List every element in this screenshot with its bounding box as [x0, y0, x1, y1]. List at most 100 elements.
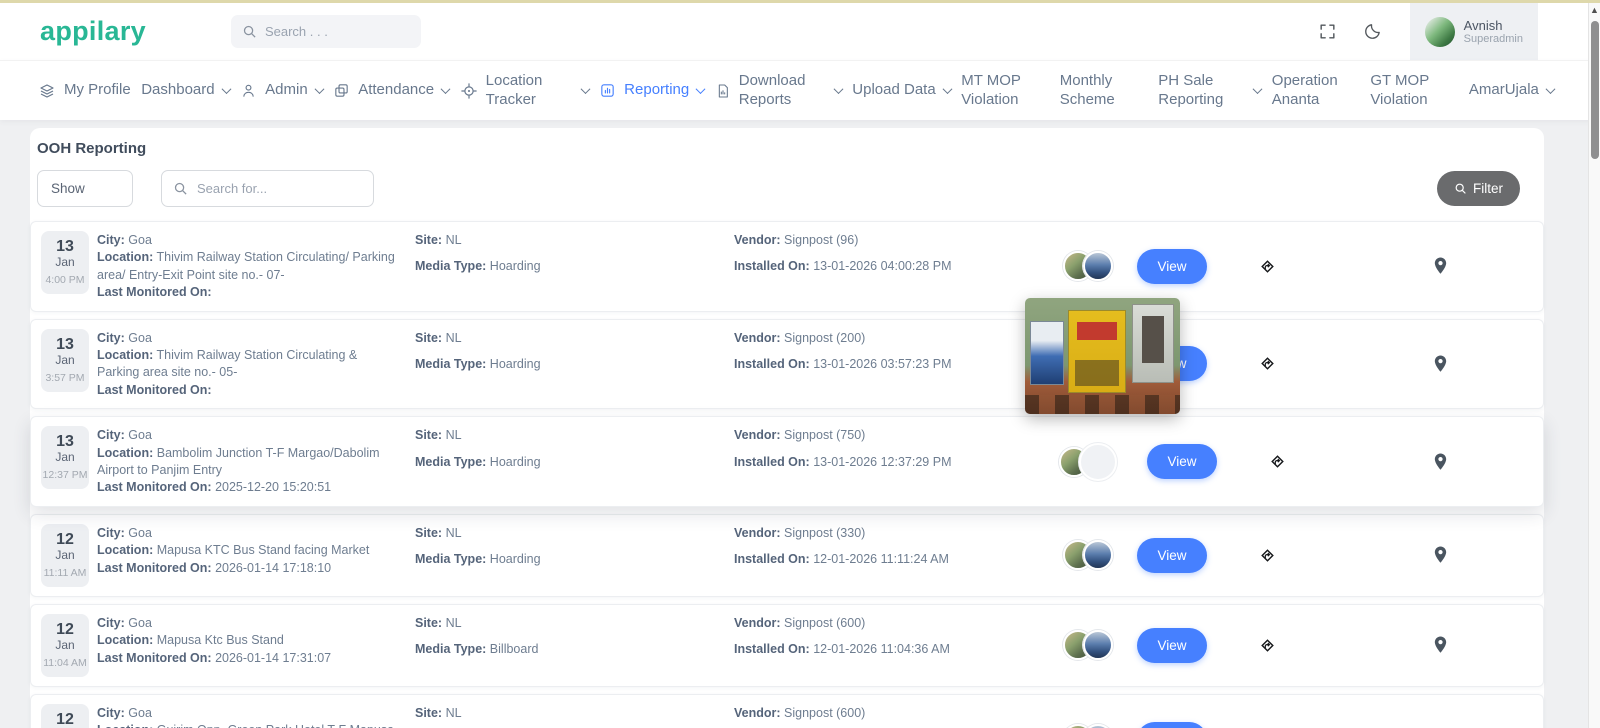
map-pin-icon[interactable]	[1432, 524, 1543, 587]
chevron-down-icon	[580, 84, 591, 95]
date-badge: 13 Jan 12:37 PM	[41, 426, 89, 490]
dark-mode-moon-icon[interactable]	[1363, 22, 1382, 41]
scrollbar-thumb[interactable]	[1591, 21, 1599, 159]
directions-icon[interactable]	[1229, 426, 1325, 497]
location-column: City: Goa Location: Guirim Opp. Green Pa…	[97, 704, 415, 728]
nav-item-gt-mop-violation[interactable]: GT MOP Violation	[1370, 72, 1458, 110]
city-line: City: Goa	[97, 427, 401, 444]
map-pin-icon[interactable]	[1432, 704, 1543, 728]
site-label: Site:	[415, 705, 443, 720]
filter-button[interactable]: Filter	[1437, 171, 1520, 206]
nav-label: Dashboard	[141, 81, 215, 99]
photo-thumbnail-hovered[interactable]	[1079, 442, 1117, 481]
location-label: Location:	[97, 723, 153, 728]
fullscreen-icon[interactable]	[1318, 22, 1337, 41]
preview-billboard-art	[1074, 360, 1120, 387]
vendor-line: Vendor: Signpost (600)	[734, 615, 1039, 632]
installed-value: 13-01-2026 04:00:28 PM	[813, 259, 952, 274]
nav-item-my-profile[interactable]: My Profile	[38, 81, 131, 100]
row-spacer	[1315, 704, 1432, 728]
nav-label: My Profile	[64, 81, 131, 99]
nav-item-attendance[interactable]: Attendance	[333, 81, 451, 100]
site-value: NL	[445, 233, 462, 247]
hoarding-photo-preview	[1025, 298, 1180, 414]
list-search-box[interactable]	[161, 170, 374, 207]
nav-item-admin[interactable]: Admin	[240, 81, 325, 100]
vendor-line: Vendor: Signpost (600)	[734, 705, 1039, 722]
map-pin-icon[interactable]	[1432, 426, 1543, 497]
photo-thumbnail[interactable]	[1083, 724, 1113, 728]
nav-item-reporting[interactable]: Reporting	[599, 81, 706, 100]
report-list: 13 Jan 4:00 PM City: Goa Location: Thivi…	[30, 221, 1544, 728]
directions-icon[interactable]	[1219, 231, 1315, 302]
site-column: Site: NL Media Type: Billboard	[415, 704, 734, 728]
nav-item-ph-sale-reporting[interactable]: PH Sale Reporting	[1158, 72, 1263, 110]
directions-icon[interactable]	[1219, 524, 1315, 587]
location-line: Location: Bambolim Junction T-F Margao/D…	[97, 445, 401, 480]
vendor-value: Signpost (600)	[784, 705, 866, 720]
page-scrollbar[interactable]: ▲	[1588, 3, 1600, 728]
media-type-value: Billboard	[489, 642, 539, 657]
nav-item-monthly-scheme[interactable]: Monthly Scheme	[1060, 72, 1148, 110]
photo-thumbnail[interactable]	[1083, 630, 1113, 661]
vendor-value: Signpost (750)	[784, 428, 866, 443]
user-profile-chip[interactable]: Avnish Superadmin	[1409, 3, 1538, 60]
city-line: City: Goa	[97, 705, 401, 722]
report-row: 13 Jan 4:00 PM City: Goa Location: Thivi…	[30, 221, 1544, 312]
view-button[interactable]: View	[1137, 537, 1207, 573]
date-time: 11:04 AM	[43, 656, 87, 669]
preview-billboard-left	[1029, 321, 1064, 385]
row-spacer	[1315, 329, 1432, 400]
location-line: Location: Mapusa KTC Bus Stand facing Ma…	[97, 542, 401, 559]
nav-item-upload-data[interactable]: Upload Data	[852, 81, 953, 100]
nav-item-mt-mop-violation[interactable]: MT MOP Violation	[961, 72, 1049, 110]
date-month: Jan	[55, 255, 75, 269]
global-search-input[interactable]	[264, 24, 395, 39]
vendor-line: Vendor: Signpost (200)	[734, 330, 1039, 347]
city-label: City:	[97, 330, 125, 345]
location-line: Location: Thivim Railway Station Circula…	[97, 347, 401, 382]
photo-thumbnails[interactable]	[1039, 614, 1137, 677]
vendor-label: Vendor:	[734, 615, 781, 630]
view-button[interactable]: View	[1137, 248, 1207, 284]
photo-thumbnails[interactable]	[1039, 426, 1137, 497]
directions-icon[interactable]	[1219, 704, 1315, 728]
date-badge: 12 Jan 11:11 AM	[41, 523, 89, 587]
city-label: City:	[97, 705, 125, 720]
photo-thumbnails[interactable]	[1039, 524, 1137, 587]
location-label: Location:	[97, 445, 154, 460]
photo-thumbnail[interactable]	[1083, 251, 1113, 282]
location-line: Location: Thivim Railway Station Circula…	[97, 249, 401, 284]
photo-thumbnails[interactable]	[1039, 704, 1137, 728]
directions-icon[interactable]	[1219, 614, 1315, 677]
installed-label: Installed On:	[734, 642, 810, 657]
nav-item-location-tracker[interactable]: Location Tracker	[460, 72, 591, 110]
location-label: Location:	[97, 543, 154, 558]
site-line: Site: NL	[415, 525, 734, 542]
map-pin-icon[interactable]	[1432, 231, 1543, 302]
show-select[interactable]: Show	[37, 170, 133, 207]
photo-thumbnails[interactable]	[1039, 231, 1137, 302]
nav-item-download-reports[interactable]: Download Reports	[715, 72, 844, 110]
directions-icon[interactable]	[1219, 329, 1315, 400]
media-type-line: Media Type: Hoarding	[415, 454, 734, 471]
installed-label: Installed On:	[734, 357, 810, 372]
date-month: Jan	[55, 450, 75, 465]
photo-thumbnail[interactable]	[1083, 540, 1113, 571]
view-button[interactable]: View	[1147, 444, 1217, 480]
global-search-box[interactable]	[230, 15, 421, 48]
nav-label: MT MOP Violation	[961, 71, 1021, 108]
scrollbar-up-arrow[interactable]: ▲	[1589, 3, 1600, 17]
view-button[interactable]: View	[1137, 627, 1207, 663]
date-day: 12	[56, 710, 74, 728]
vendor-column: Vendor: Signpost (200) Installed On: 13-…	[734, 329, 1039, 400]
map-pin-icon[interactable]	[1432, 329, 1543, 400]
nav-item-operation-ananta[interactable]: Operation Ananta	[1272, 72, 1360, 110]
view-button[interactable]: View	[1137, 721, 1207, 728]
location-column: City: Goa Location: Thivim Railway Stati…	[97, 329, 415, 400]
nav-item-amarujala[interactable]: AmarUjala	[1469, 81, 1556, 100]
nav-item-dashboard[interactable]: Dashboard	[141, 81, 232, 100]
nav-label: Attendance	[358, 81, 435, 99]
map-pin-icon[interactable]	[1432, 614, 1543, 677]
list-search-input[interactable]	[197, 181, 357, 196]
